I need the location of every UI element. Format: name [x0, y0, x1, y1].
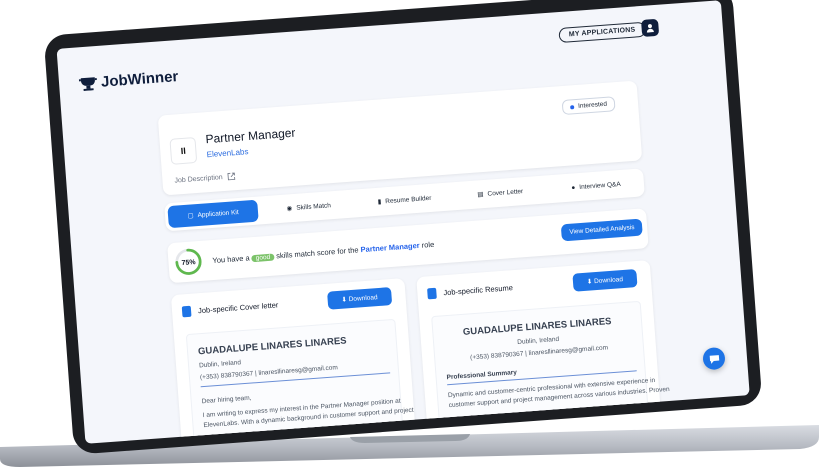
resume-download-button[interactable]: ⬇ Download [572, 269, 638, 292]
cover-letter-download-button[interactable]: ⬇ Download [326, 287, 393, 310]
resume-preview[interactable]: GUADALUPE LINARES LINARES Dublin, Irelan… [431, 300, 670, 436]
match-role: Partner Manager [360, 240, 420, 255]
download-label: Download [348, 294, 378, 304]
match-score-ring: 75% [175, 248, 202, 275]
briefcase-icon: ▢ [187, 212, 194, 220]
document-icon [427, 287, 437, 300]
match-summary: You have a good skills match score for t… [212, 240, 434, 265]
company-logo: II [169, 136, 198, 165]
tab-application-kit[interactable]: ▢ Application Kit [167, 199, 259, 229]
match-suffix: role [421, 239, 435, 250]
resume-card: Job-specific Resume ⬇ Download GUADALUPE… [416, 260, 670, 437]
greeting: Dear hiring team, [201, 394, 252, 406]
resume-title: Job-specific Resume [443, 283, 514, 298]
chat-bubbles-icon: ● [571, 183, 576, 192]
view-analysis-button[interactable]: View Detailed Analysis [560, 218, 644, 242]
external-link-icon [227, 172, 236, 181]
document-icon [181, 305, 192, 318]
download-label: Download [593, 276, 624, 286]
app-name: JobWinner [100, 68, 179, 91]
cover-letter-preview[interactable]: GUADALUPE LINARES LINARES Dublin, Irelan… [185, 318, 414, 444]
resume-header: Job-specific Resume [427, 282, 514, 300]
tab-label: Interview Q&A [578, 180, 621, 191]
tab-label: Application Kit [197, 208, 239, 219]
status-select[interactable]: Interested [561, 96, 616, 116]
chat-support-button[interactable] [702, 346, 726, 371]
applicant-location: Dublin, Ireland [198, 359, 242, 370]
company-link[interactable]: ElevenLabs [206, 147, 248, 159]
app-screen: JobWinner MY APPLICATIONS II Partner Man… [56, 0, 750, 444]
job-description-label: Job Description [174, 173, 223, 185]
laptop-lid: JobWinner MY APPLICATIONS II Partner Man… [43, 0, 763, 455]
user-avatar[interactable] [640, 18, 660, 37]
tab-label: Skills Match [296, 201, 332, 212]
status-label: Interested [577, 100, 608, 110]
my-applications-button[interactable]: MY APPLICATIONS [558, 21, 646, 44]
job-description-link[interactable]: Job Description [174, 172, 236, 184]
target-icon: ◉ [286, 205, 293, 213]
tab-skills-match[interactable]: ◉ Skills Match [263, 193, 354, 222]
match-middle: skills match score for the [275, 245, 359, 261]
trophy-icon [78, 76, 97, 91]
match-prefix: You have a [212, 253, 250, 266]
tab-label: Cover Letter [487, 187, 524, 198]
tab-label: Resume Builder [384, 194, 432, 205]
top-bar: JobWinner MY APPLICATIONS [57, 0, 724, 92]
applicant-name: GUADALUPE LINARES LINARES [197, 335, 347, 358]
product-mockup: JobWinner MY APPLICATIONS II Partner Man… [0, 0, 819, 471]
status-dot-icon [570, 104, 575, 109]
chat-icon [709, 354, 719, 364]
app-logo[interactable]: JobWinner [78, 68, 179, 92]
tab-interview-qa[interactable]: ● Interview Q&A [550, 172, 641, 201]
tab-resume-builder[interactable]: ▮ Resume Builder [359, 186, 450, 215]
letter-icon: ▤ [477, 191, 484, 199]
tab-cover-letter[interactable]: ▤ Cover Letter [455, 179, 546, 208]
cover-letter-header: Job-specific Cover letter [181, 299, 279, 318]
document-icon: ▮ [377, 198, 382, 206]
cover-letter-title: Job-specific Cover letter [197, 300, 279, 316]
job-title: Partner Manager [205, 125, 296, 147]
match-badge: good [251, 253, 275, 263]
match-score-value: 75% [181, 259, 196, 267]
user-icon [646, 24, 655, 33]
cover-letter-card: Job-specific Cover letter ⬇ Download GUA… [170, 278, 416, 444]
